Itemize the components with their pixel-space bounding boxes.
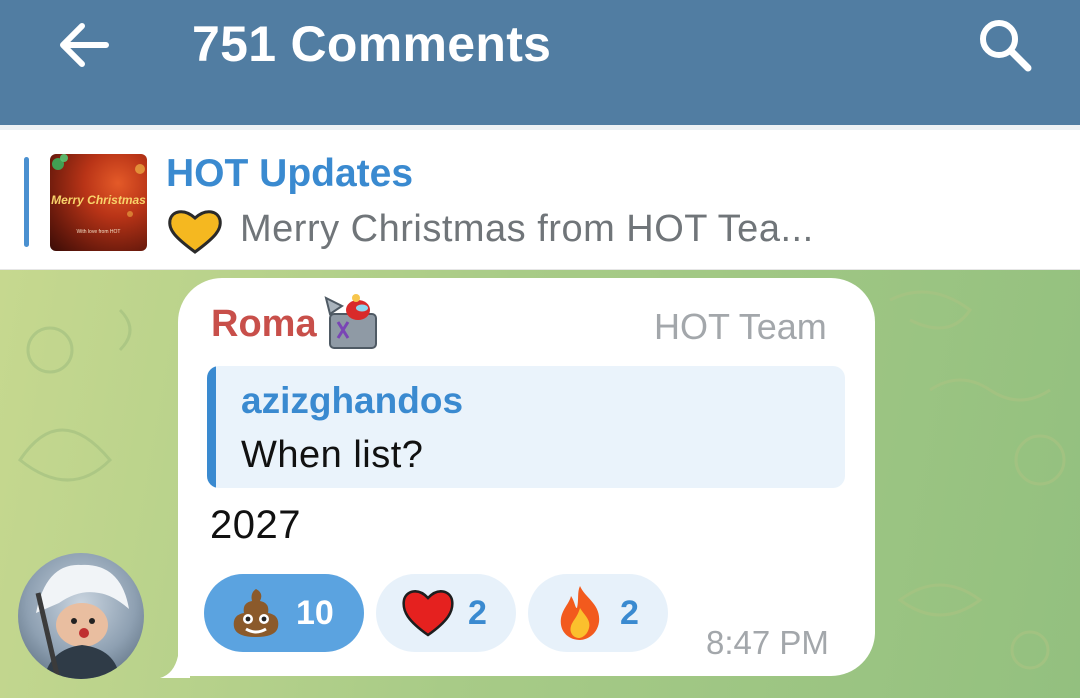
jack-in-the-box-icon bbox=[324, 294, 377, 349]
thumbnail-subtitle: With love from HOT bbox=[76, 229, 121, 235]
avatar[interactable] bbox=[18, 553, 144, 679]
red-heart-icon bbox=[400, 585, 456, 641]
reaction-poop[interactable]: 10 bbox=[204, 574, 364, 652]
message-timestamp: 8:47 PM bbox=[706, 624, 829, 661]
channel-name: HOT Updates bbox=[166, 152, 414, 195]
reply-author: azizghandos bbox=[241, 380, 464, 421]
search-icon bbox=[980, 20, 1032, 72]
thumbnail-title: Merry Christmas bbox=[51, 193, 146, 207]
reply-text: When list? bbox=[241, 434, 424, 476]
poop-icon bbox=[228, 585, 284, 641]
reaction-count: 2 bbox=[620, 593, 639, 632]
reaction-heart[interactable]: 2 bbox=[376, 574, 516, 652]
reaction-count: 10 bbox=[296, 593, 334, 632]
reaction-fire[interactable]: 2 bbox=[528, 574, 668, 652]
search-button[interactable] bbox=[972, 12, 1038, 78]
pinned-accent-bar bbox=[24, 157, 29, 247]
back-button[interactable] bbox=[52, 14, 114, 76]
arrow-left-icon bbox=[60, 23, 109, 67]
sender-role-badge: HOT Team bbox=[654, 306, 827, 347]
post-thumbnail: Merry Christmas With love from HOT bbox=[50, 154, 147, 251]
reply-quote[interactable]: azizghandos When list? bbox=[207, 366, 845, 488]
page-title: 751 Comments bbox=[192, 16, 552, 72]
yellow-heart-icon bbox=[168, 210, 222, 254]
fire-icon bbox=[552, 585, 608, 641]
app-header: 751 Comments bbox=[0, 0, 1080, 125]
message-text: 2027 bbox=[210, 503, 301, 547]
pinned-post[interactable]: Merry Christmas With love from HOT HOT U… bbox=[0, 125, 1080, 270]
reaction-count: 2 bbox=[468, 593, 487, 632]
reply-accent-bar bbox=[207, 366, 216, 488]
post-preview-text: Merry Christmas from HOT Tea... bbox=[240, 208, 814, 250]
sender-name[interactable]: Roma bbox=[211, 303, 317, 346]
